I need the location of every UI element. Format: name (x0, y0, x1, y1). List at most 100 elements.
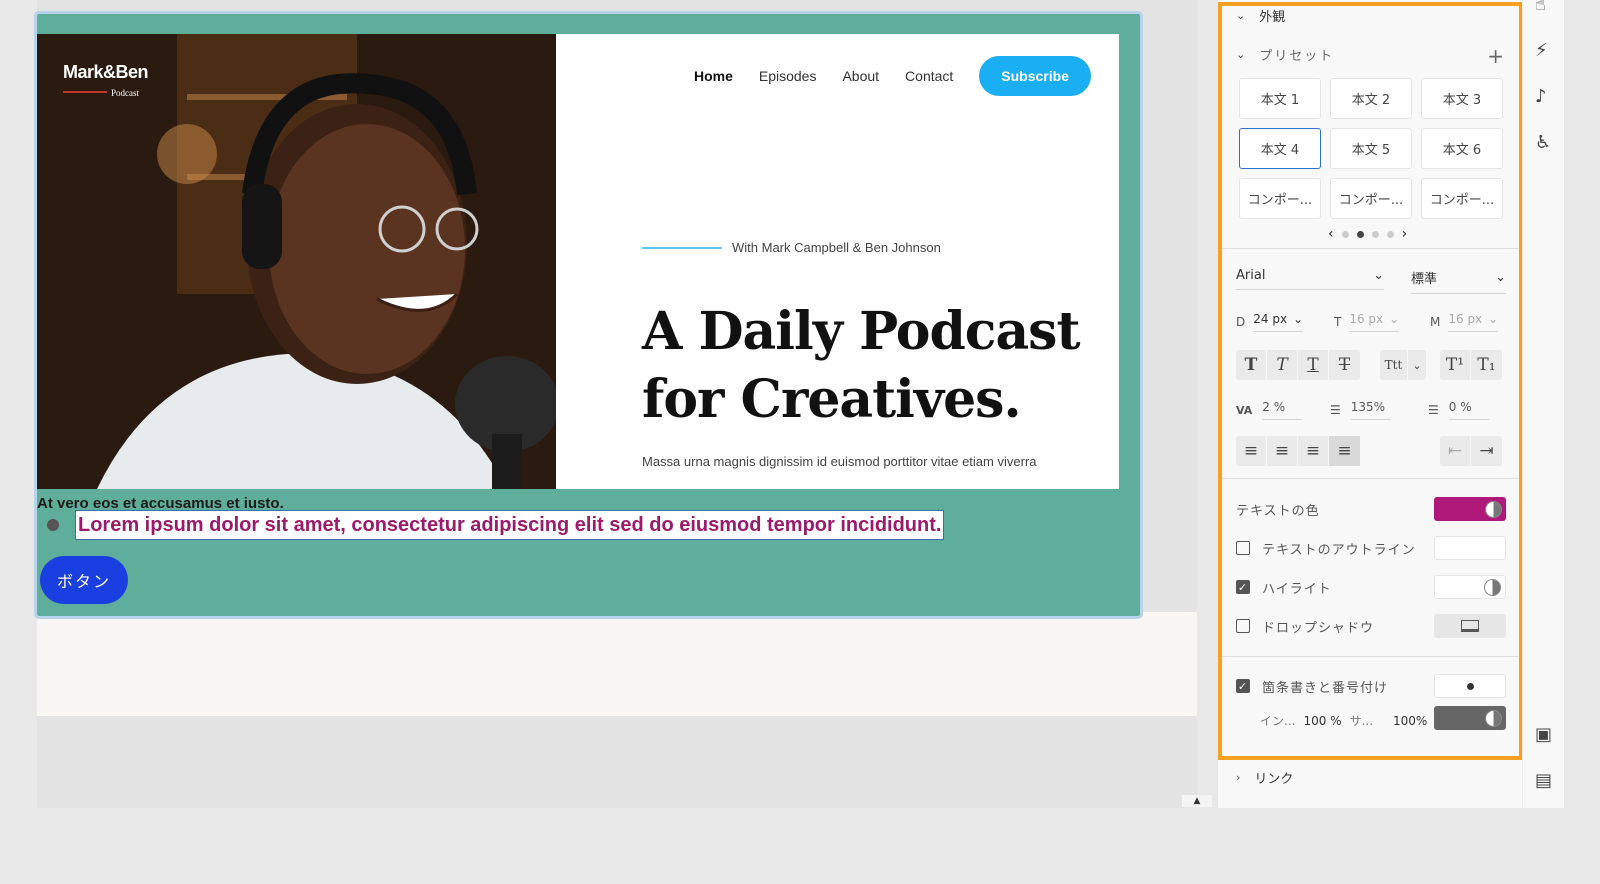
bullets-row[interactable]: ✓ 箇条書きと番号付け (1236, 673, 1506, 699)
hero-body-text[interactable]: Massa urna magnis dignissim id euismod p… (642, 454, 1037, 469)
shadow-settings[interactable] (1434, 614, 1506, 638)
bullet-list-item[interactable]: Lorem ipsum dolor sit amet, consectetur … (37, 510, 945, 540)
size-mobile[interactable]: M 16 px ⌄ (1430, 312, 1499, 332)
align-right-icon[interactable]: ≡ (1298, 436, 1329, 466)
podcaster-image (37, 34, 556, 489)
top-nav: Home Episodes About Contact Subscribe (694, 56, 1091, 96)
pager-dot[interactable] (1341, 230, 1349, 238)
text-color-row[interactable]: テキストの色 (1236, 496, 1506, 522)
link-header[interactable]: › リンク (1236, 768, 1293, 787)
pager-dot-active[interactable] (1356, 230, 1364, 238)
chevron-down-icon[interactable]: ⌄ (1408, 350, 1426, 380)
cta-button[interactable]: ボタン (40, 556, 128, 604)
letter-spacing[interactable]: VA 2 % (1236, 400, 1303, 420)
selected-text-block[interactable]: Lorem ipsum dolor sit amet, consectetur … (75, 510, 945, 540)
hand-icon[interactable]: ☝ (1535, 0, 1546, 15)
bullets-checkbox[interactable]: ✓ (1236, 679, 1250, 693)
underline-button[interactable]: T (1298, 350, 1329, 380)
animation-icon[interactable]: ⚡ (1535, 40, 1548, 61)
outline-swatch[interactable] (1434, 536, 1506, 560)
logo-rule (63, 90, 107, 93)
hero-headline[interactable]: A Daily Podcast for Creatives. (642, 298, 1102, 434)
font-family-select[interactable]: Arial ⌄ (1236, 268, 1384, 290)
pager-dot[interactable] (1386, 230, 1394, 238)
align-justify-icon[interactable]: ≡ (1329, 436, 1360, 466)
color-picker-icon[interactable] (1485, 500, 1502, 518)
preset-2[interactable]: 本文 2 (1330, 78, 1412, 119)
size-t-value: 16 px (1349, 312, 1384, 326)
logo-sub: Podcast (111, 88, 139, 98)
text-case-button[interactable]: Ttt (1380, 350, 1408, 380)
size-tablet[interactable]: T 16 px ⌄ (1334, 312, 1400, 332)
preset-component-3[interactable]: コンポー... (1421, 178, 1503, 219)
page-icon[interactable]: ▤ (1535, 770, 1552, 791)
inset-value[interactable]: 100 % (1303, 714, 1341, 728)
highlight-row[interactable]: ✓ ハイライト (1236, 574, 1506, 600)
scroll-up-icon[interactable]: ▲ (1182, 795, 1212, 807)
add-preset-icon[interactable]: + (1487, 44, 1504, 68)
bold-button[interactable]: T (1236, 350, 1267, 380)
chevron-down-icon: ⌄ (1389, 312, 1400, 326)
italic-button[interactable]: T (1267, 350, 1298, 380)
nav-about[interactable]: About (842, 68, 879, 84)
bullet-style-select[interactable] (1434, 674, 1506, 698)
site-logo[interactable]: Mark&Ben Podcast (63, 62, 149, 101)
accessibility-icon[interactable]: ♿ (1535, 132, 1551, 153)
headline-line-2: for Creatives. (642, 369, 1022, 430)
paragraph-spacing-value: 0 % (1448, 400, 1489, 420)
preset-component-2[interactable]: コンポー... (1330, 178, 1412, 219)
line-height-value: 135% (1350, 400, 1391, 420)
panel-layout-icon[interactable]: ▣ (1535, 724, 1552, 745)
pager-dot[interactable] (1371, 230, 1379, 238)
preset-5[interactable]: 本文 5 (1330, 128, 1412, 169)
size-t-label: T (1334, 315, 1342, 329)
hero-section[interactable]: Mark&Ben Podcast Home Episodes About Con… (34, 11, 1143, 619)
highlight-swatch[interactable] (1434, 575, 1506, 599)
bullet-color-swatch[interactable] (1434, 706, 1506, 730)
color-picker-icon[interactable] (1485, 709, 1502, 727)
nav-contact[interactable]: Contact (905, 68, 953, 84)
inset-label: イン... (1260, 714, 1296, 728)
highlight-checkbox[interactable]: ✓ (1236, 580, 1250, 594)
bullet-size-value[interactable]: 100% (1393, 714, 1427, 728)
strikethrough-button[interactable]: T (1329, 350, 1360, 380)
appearance-label: 外観 (1259, 10, 1286, 25)
paragraph-spacing[interactable]: ☰ 0 % (1428, 400, 1489, 420)
divider (1218, 248, 1522, 249)
text-color-label: テキストの色 (1236, 503, 1320, 519)
text-color-swatch[interactable] (1434, 497, 1506, 521)
indent-icon[interactable]: ⇥ (1471, 436, 1502, 466)
color-picker-icon[interactable] (1484, 578, 1501, 596)
superscript-button[interactable]: T¹ (1440, 350, 1471, 380)
size-desktop[interactable]: D 24 px ⌄ (1236, 312, 1304, 332)
shadow-icon (1461, 620, 1479, 632)
preset-3[interactable]: 本文 3 (1421, 78, 1503, 119)
music-icon[interactable]: ♪ (1535, 86, 1547, 107)
preset-4[interactable]: 本文 4 (1239, 128, 1321, 169)
subscribe-button[interactable]: Subscribe (979, 56, 1091, 96)
size-d-label: D (1236, 315, 1246, 329)
text-style-group: T T T T (1236, 350, 1360, 380)
shadow-checkbox[interactable] (1236, 619, 1250, 633)
nav-episodes[interactable]: Episodes (759, 68, 817, 84)
chevron-left-icon[interactable]: ‹ (1328, 226, 1334, 242)
align-left-icon[interactable]: ≡ (1236, 436, 1267, 466)
outline-label: テキストのアウトライン (1262, 542, 1416, 558)
link-label: リンク (1254, 772, 1294, 787)
line-height[interactable]: ☰ 135% (1330, 400, 1391, 420)
preset-1[interactable]: 本文 1 (1239, 78, 1321, 119)
preset-6[interactable]: 本文 6 (1421, 128, 1503, 169)
outdent-icon[interactable]: ⇤ (1440, 436, 1471, 466)
font-weight-select[interactable]: 標準 ⌄ (1411, 268, 1506, 294)
outline-checkbox[interactable] (1236, 541, 1250, 555)
presets-header[interactable]: ⌄ プリセット (1236, 45, 1334, 64)
align-center-icon[interactable]: ≡ (1267, 436, 1298, 466)
subscript-button[interactable]: T₁ (1471, 350, 1502, 380)
presets-label: プリセット (1259, 49, 1335, 64)
text-outline-row[interactable]: テキストのアウトライン (1236, 535, 1506, 561)
drop-shadow-row[interactable]: ドロップシャドウ (1236, 613, 1506, 639)
preset-component-1[interactable]: コンポー... (1239, 178, 1321, 219)
nav-home[interactable]: Home (694, 68, 733, 84)
appearance-header[interactable]: ⌄ 外観 (1236, 6, 1285, 25)
chevron-right-icon[interactable]: › (1402, 226, 1408, 242)
